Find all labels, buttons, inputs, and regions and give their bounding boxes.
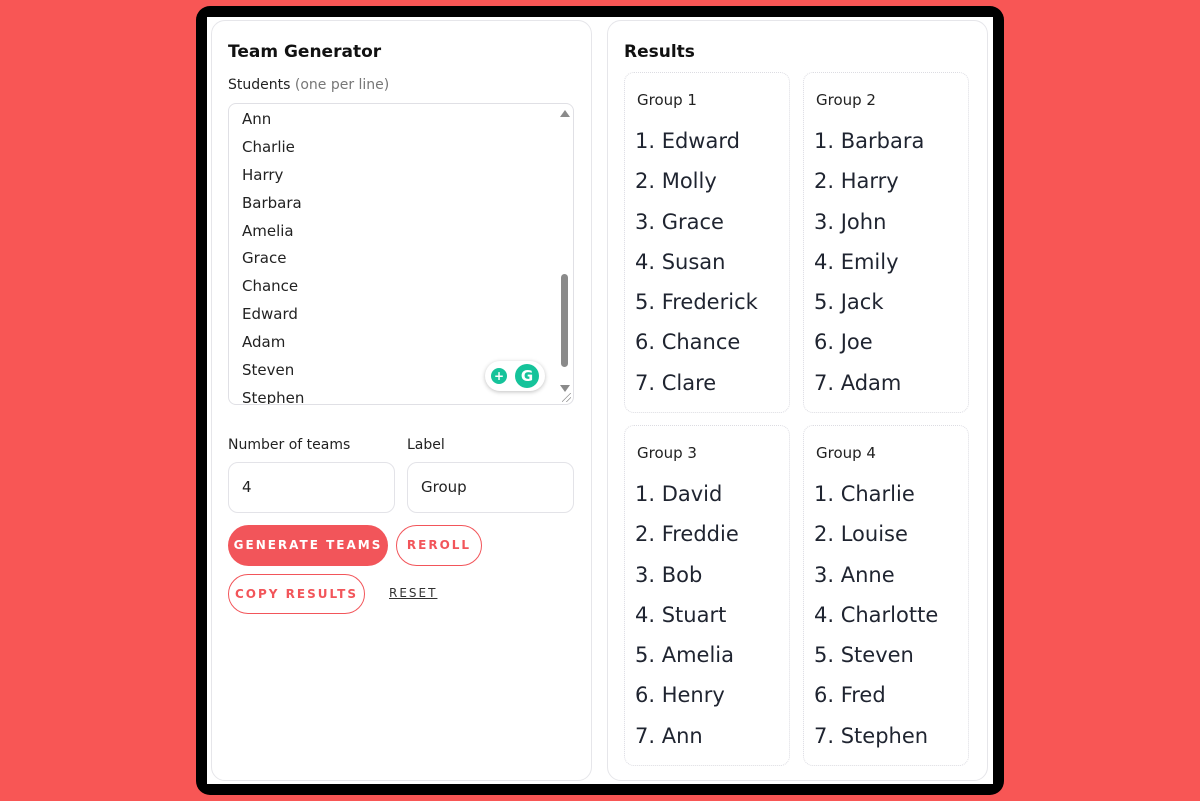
- student-line: Steven: [242, 361, 295, 380]
- reroll-button[interactable]: REROLL: [396, 525, 482, 566]
- group-member: 2. Molly: [635, 169, 717, 194]
- student-line: Harry: [242, 165, 284, 184]
- generate-teams-button[interactable]: GENERATE TEAMS: [228, 525, 388, 566]
- group-card: Group 2 1. Barbara 2. Harry 3. John 4. Emil…: [803, 72, 969, 413]
- group-member: 2. Freddie: [635, 522, 739, 547]
- group-title: Group 3: [637, 444, 697, 462]
- group-member: 2. Louise: [814, 522, 908, 547]
- lightbulb-icon[interactable]: +: [491, 368, 507, 384]
- grammarly-widget[interactable]: + G: [485, 361, 545, 391]
- student-line: Amelia: [242, 221, 294, 240]
- group-card: Group 1 1. Edward 2. Molly 3. Grace 4. Susa…: [624, 72, 790, 413]
- group-member: 5. Jack: [814, 290, 884, 315]
- group-member: 1. Barbara: [814, 129, 925, 153]
- page-title: Team Generator: [228, 42, 382, 62]
- group-member: 1. Charlie: [814, 482, 915, 506]
- group-member: 7. Adam: [814, 370, 902, 395]
- group-member: 4. Susan: [635, 249, 726, 274]
- student-line: Grace: [242, 249, 287, 268]
- scroll-up-arrow-icon[interactable]: [560, 110, 570, 117]
- group-member: 5. Frederick: [635, 290, 758, 315]
- group-member: 5. Steven: [814, 643, 914, 668]
- group-member: 6. Joe: [814, 330, 873, 355]
- group-member: 1. David: [635, 482, 723, 506]
- student-line: Charlie: [242, 137, 295, 156]
- student-line: Adam: [242, 333, 286, 352]
- group-member: 2. Harry: [814, 169, 899, 194]
- students-label: Students (one per line): [228, 77, 389, 93]
- group-members: 1. Charlie 2. Louise 3. Anne 4. Charlotte 5.…: [814, 474, 938, 756]
- students-label-text: Students: [228, 77, 291, 93]
- student-line: Ann: [242, 110, 272, 128]
- reset-link[interactable]: RESET: [389, 586, 437, 600]
- group-title: Group 2: [816, 91, 876, 109]
- student-line: Stephen: [242, 388, 305, 405]
- student-line: Edward: [242, 305, 298, 324]
- results-title: Results: [624, 42, 695, 62]
- grammarly-icon[interactable]: G: [515, 364, 539, 388]
- group-member: 4. Charlotte: [814, 602, 939, 627]
- group-member: 4. Emily: [814, 249, 899, 274]
- students-hint: (one per line): [294, 77, 390, 93]
- group-member: 5. Amelia: [635, 643, 734, 668]
- teams-count-label: Number of teams: [228, 437, 351, 453]
- students-textarea[interactable]: Ann Charlie Harry Barbara Amelia Grace Chance E…: [228, 103, 574, 405]
- group-member: 6. Fred: [814, 683, 886, 708]
- group-member: 1. Edward: [635, 129, 740, 153]
- group-card: Group 4 1. Charlie 2. Louise 3. Anne 4. Cha…: [803, 425, 969, 766]
- scroll-down-arrow-icon[interactable]: [560, 385, 570, 392]
- textarea-scrollbar[interactable]: [559, 106, 571, 392]
- group-title: Group 4: [816, 444, 876, 462]
- group-member: 7. Ann: [635, 723, 703, 748]
- group-member: 6. Chance: [635, 330, 741, 355]
- group-member: 3. Anne: [814, 562, 895, 587]
- group-member: 4. Stuart: [635, 602, 727, 627]
- group-members: 1. David 2. Freddie 3. Bob 4. Stuart 5. Amel…: [635, 474, 739, 756]
- student-line: Chance: [242, 277, 299, 296]
- group-member: 3. Bob: [635, 562, 703, 587]
- teams-count-input[interactable]: 4: [228, 462, 395, 513]
- group-title: Group 1: [637, 91, 697, 109]
- group-label-label: Label: [407, 437, 445, 453]
- group-label-input[interactable]: Group: [407, 462, 574, 513]
- group-member: 7. Stephen: [814, 723, 929, 748]
- group-members: 1. Edward 2. Molly 3. Grace 4. Susan 5. Fred…: [635, 121, 758, 403]
- group-members: 1. Barbara 2. Harry 3. John 4. Emily 5. Jack…: [814, 121, 924, 403]
- group-card: Group 3 1. David 2. Freddie 3. Bob 4. Stuar…: [624, 425, 790, 766]
- scroll-thumb[interactable]: [561, 274, 568, 367]
- group-member: 6. Henry: [635, 683, 725, 708]
- students-lines: Ann Charlie Harry Barbara Amelia Grace Chance E…: [242, 106, 305, 405]
- resize-handle-icon[interactable]: [562, 393, 571, 402]
- group-member: 3. Grace: [635, 209, 724, 234]
- group-member: 7. Clare: [635, 370, 717, 395]
- student-line: Barbara: [242, 193, 302, 212]
- group-member: 3. John: [814, 209, 887, 234]
- copy-results-button[interactable]: COPY RESULTS: [228, 574, 365, 614]
